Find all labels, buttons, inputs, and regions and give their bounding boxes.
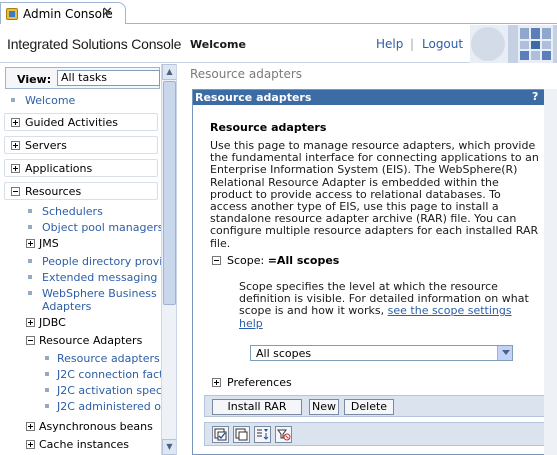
nav-category-applications[interactable]: Applications (4, 159, 158, 177)
main-content: Resource adapters Resource adapters ? Re… (178, 64, 557, 455)
breadcrumb: Resource adapters (190, 67, 303, 81)
show-filter-icon[interactable] (254, 426, 271, 443)
page-description: Use this page to manage resource adapter… (210, 139, 539, 250)
nav-tree-asynchronous-beans[interactable]: Asynchronous beans (26, 420, 160, 434)
scope-value: =All scopes (267, 254, 340, 267)
welcome-label: Welcome (190, 38, 246, 51)
banner: Integrated Solutions Console Welcome Hel… (0, 25, 557, 63)
nav-category-servers[interactable]: Servers (4, 136, 158, 154)
bullet-icon (28, 259, 32, 263)
table-icon-bar (204, 422, 550, 446)
nav-category-resources[interactable]: Resources (4, 182, 158, 200)
install-rar-button[interactable]: Install RAR (212, 399, 302, 415)
tab-strip: Admin Console ✕ (0, 0, 557, 24)
clear-filter-icon[interactable] (275, 426, 292, 443)
panel-title: Resource adapters (195, 91, 312, 104)
nav-link-resource-adapters[interactable]: Resource adapters (57, 352, 160, 365)
nav-category-label: Guided Activities (25, 116, 118, 129)
expand-icon (26, 318, 35, 327)
console-title: Integrated Solutions Console (7, 36, 182, 52)
nav-category-guided-activities[interactable]: Guided Activities (4, 113, 158, 131)
nav-link-object-pool-managers[interactable]: Object pool managers (42, 221, 164, 234)
nav-welcome-link[interactable]: Welcome (25, 94, 75, 107)
scope-heading: Scope: =All scopes (227, 254, 339, 267)
nav-tree-label: Asynchronous beans (39, 420, 153, 433)
main-scrollbar[interactable] (544, 89, 557, 455)
nav-category-label: Resources (25, 185, 82, 198)
button-bar: Install RAR New Delete (204, 395, 550, 417)
nav-tree-label: Resource Adapters (39, 334, 143, 347)
bullet-icon (28, 209, 32, 213)
new-button[interactable]: New (309, 399, 339, 415)
page-title: Resource adapters (210, 121, 327, 134)
expand-icon (11, 141, 20, 150)
nav-link-people-directory[interactable]: People directory provide (42, 255, 176, 268)
scope-collapse-icon[interactable] (212, 256, 221, 265)
bullet-icon (28, 291, 32, 295)
nav-tree-label: JDBC (39, 316, 66, 329)
scroll-up-icon[interactable]: ▲ (162, 64, 176, 80)
nav-tree-resource-adapters[interactable]: Resource Adapters (26, 334, 156, 348)
chevron-down-icon[interactable] (497, 346, 512, 360)
bullet-icon (45, 388, 49, 392)
help-icon[interactable]: ? (532, 90, 538, 103)
tab-title: Admin Console (23, 7, 113, 21)
bullet-icon (45, 404, 49, 408)
preferences-expand-icon[interactable] (212, 378, 221, 387)
bullet-icon (28, 225, 32, 229)
nav-tree-cache-instances[interactable]: Cache instances (26, 438, 160, 452)
nav-tree-label: Cache instances (39, 438, 130, 451)
bullet-icon (45, 372, 49, 376)
panel-header: Resource adapters ? (193, 90, 556, 105)
console-icon (6, 8, 18, 20)
close-icon[interactable]: ✕ (102, 5, 113, 20)
nav-category-label: Applications (25, 162, 93, 175)
nav-link-extended-messaging[interactable]: Extended messaging pr (42, 271, 172, 284)
scope-label: Scope: (227, 254, 268, 267)
resource-adapters-panel: Resource adapters ? Resource adapters Us… (192, 89, 557, 455)
delete-button[interactable]: Delete (344, 399, 394, 415)
expand-icon (26, 440, 35, 449)
nav-scrollbar[interactable]: ▲ ▼ (161, 64, 176, 455)
nav-tree-label: JMS (39, 237, 59, 250)
expand-icon (26, 239, 35, 248)
tab-admin-console[interactable]: Admin Console ✕ (0, 2, 126, 24)
deselect-all-icon[interactable] (233, 426, 250, 443)
collapse-icon (11, 187, 20, 196)
help-link[interactable]: Help (376, 37, 403, 51)
nav-link-websphere-business-integration[interactable]: WebSphere Business In (42, 287, 170, 300)
nav-tree-jms[interactable]: JMS (26, 237, 146, 251)
view-filter: View: All tasks (5, 67, 160, 89)
banner-separator: | (410, 37, 415, 51)
expand-icon (11, 118, 20, 127)
logout-link[interactable]: Logout (422, 37, 463, 51)
banner-decoration (470, 25, 557, 63)
nav-category-label: Servers (25, 139, 67, 152)
scroll-down-icon[interactable]: ▼ (162, 439, 176, 455)
bullet-icon (45, 356, 49, 360)
nav-link-j2c-connection-factories[interactable]: J2C connection facto (57, 368, 170, 381)
bullet-icon (28, 275, 32, 279)
scope-select-value: All scopes (256, 347, 312, 360)
view-select[interactable]: All tasks (57, 70, 160, 86)
navigation-tree: View: All tasks Welcome Guided Activitie… (0, 64, 177, 455)
collapse-icon (26, 336, 35, 345)
nav-link-schedulers[interactable]: Schedulers (42, 205, 103, 218)
bullet-icon (11, 98, 15, 102)
scope-description: Scope specifies the level at which the r… (239, 280, 529, 330)
expand-icon (26, 422, 35, 431)
nav-link-j2c-activation-specifications[interactable]: J2C activation speci (57, 384, 165, 397)
nav-link-websphere-business-integration-cont[interactable]: Adapters (42, 300, 91, 313)
nav-scroll-thumb[interactable] (163, 81, 176, 305)
preferences-label[interactable]: Preferences (227, 376, 292, 389)
view-label: View: (17, 73, 52, 86)
scope-select[interactable]: All scopes (250, 345, 513, 361)
select-all-icon[interactable] (212, 426, 229, 443)
expand-icon (11, 164, 20, 173)
nav-tree-jdbc[interactable]: JDBC (26, 316, 146, 330)
nav-link-j2c-administered-objects[interactable]: J2C administered ob (57, 400, 168, 413)
